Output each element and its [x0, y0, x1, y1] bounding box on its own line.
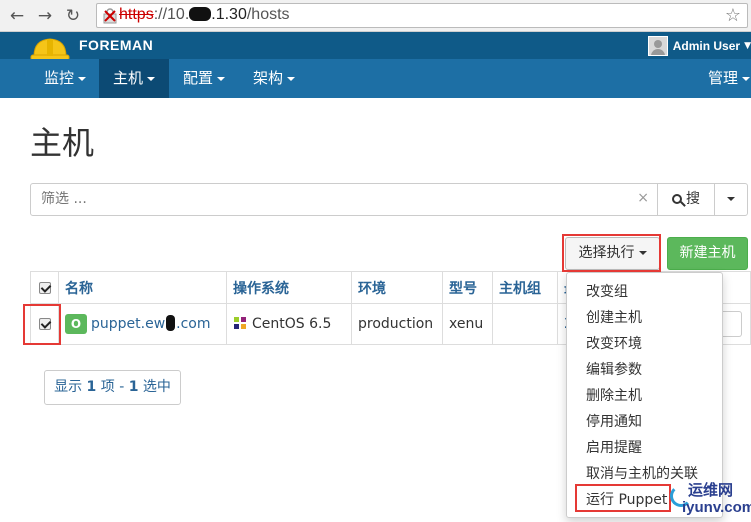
centos-logo-icon — [234, 317, 246, 329]
caret-down-icon — [638, 251, 647, 255]
menu-item-run-puppet[interactable]: 运行 Puppet — [586, 487, 667, 513]
host-hostgroup — [492, 303, 558, 345]
menu-infrastructure-label: 架构 — [253, 69, 284, 87]
host-os: CentOS 6.5 — [252, 316, 332, 332]
url-path: /hosts — [246, 6, 290, 23]
watermark-line2: iyunv.com — [682, 499, 751, 516]
row-select-cell — [30, 303, 59, 345]
host-link[interactable]: puppet.ew .com — [91, 315, 211, 332]
caret-down-icon — [217, 76, 226, 81]
menu-monitor[interactable]: 监控 — [30, 59, 100, 98]
menu-item-edit-parameters[interactable]: 编辑参数 — [586, 357, 642, 383]
pager-selected-count: 1 — [128, 379, 139, 395]
pager-count: 1 — [86, 379, 97, 395]
bookmarks-dropdown-button[interactable] — [714, 183, 748, 216]
bookmark-star-icon[interactable]: ☆ — [725, 5, 741, 26]
search-input[interactable] — [41, 191, 621, 207]
host-environment: production — [351, 303, 443, 345]
menu-item-change-group[interactable]: 改变组 — [586, 279, 628, 305]
menu-configure[interactable]: 配置 — [169, 59, 239, 98]
foreman-helmet-logo — [30, 38, 70, 61]
menu-admin-label: 管理 — [708, 69, 739, 87]
select-action-label: 选择执行 — [578, 245, 635, 261]
caret-down-icon — [742, 76, 751, 81]
avatar — [647, 36, 668, 56]
menu-item-disable-notifications[interactable]: 停用通知 — [586, 409, 642, 435]
host-name-cell: Opuppet.ew .com — [58, 303, 227, 345]
site-watermark: 运维网 iyunv.com — [668, 475, 751, 521]
insecure-lock-icon — [103, 8, 117, 24]
caret-down-icon — [147, 76, 156, 81]
main-menu: 监控 主机 配置 架构 管理 — [0, 59, 751, 98]
url-text: https://10. .1.30/hosts — [119, 6, 290, 24]
url-host-tail: .1.30 — [211, 6, 247, 23]
select-all-cell — [30, 271, 59, 304]
menu-configure-label: 配置 — [183, 69, 214, 87]
host-name-tail: com — [180, 316, 211, 332]
clear-icon[interactable]: × — [637, 190, 649, 206]
address-bar[interactable]: https://10. .1.30/hosts ☆ — [96, 3, 748, 28]
browser-toolbar: ← → ↻ https://10. .1.30/hosts ☆ — [0, 0, 751, 32]
pager-prefix: 显示 — [54, 379, 87, 395]
menu-infrastructure[interactable]: 架构 — [239, 59, 309, 98]
search-button[interactable]: 搜 — [657, 183, 715, 216]
caret-down-icon — [727, 197, 735, 201]
back-arrow-icon[interactable]: ← — [6, 5, 28, 27]
host-name: puppet.ew — [91, 316, 166, 332]
menu-monitor-label: 监控 — [44, 69, 75, 87]
pager-mid: 项 - — [96, 379, 129, 395]
redacted-mark — [166, 315, 176, 331]
caret-down-icon — [78, 76, 87, 81]
menu-hosts-label: 主机 — [113, 69, 144, 87]
host-status-badge: O — [65, 314, 87, 334]
watermark-line1: 运维网 — [688, 481, 734, 499]
forward-arrow-icon[interactable]: → — [34, 5, 56, 27]
select-action-button[interactable]: 选择执行 — [565, 237, 660, 270]
menu-admin[interactable]: 管理 — [694, 59, 751, 98]
column-environment[interactable]: 环境 — [351, 271, 443, 304]
user-name: Admin User — [672, 39, 741, 53]
menu-item-build-hosts[interactable]: 创建主机 — [586, 305, 642, 331]
pagination-info: 显示 1 项 - 1 选中 — [44, 370, 181, 405]
column-os[interactable]: 操作系统 — [226, 271, 352, 304]
pager-suffix: 选中 — [138, 379, 171, 395]
page-title: 主机 — [30, 124, 95, 162]
menu-item-change-environment[interactable]: 改变环境 — [586, 331, 642, 357]
redacted-mark — [189, 7, 212, 21]
search-box: × — [30, 183, 658, 216]
select-all-checkbox[interactable] — [38, 281, 51, 294]
reload-icon[interactable]: ↻ — [62, 5, 84, 27]
search-button-label: 搜 — [686, 191, 700, 207]
search-icon — [672, 194, 682, 204]
menu-item-enable-notifications[interactable]: 启用提醒 — [586, 435, 642, 461]
host-os-cell: CentOS 6.5 — [226, 303, 352, 345]
row-checkbox[interactable] — [38, 318, 51, 330]
host-model: xenu — [442, 303, 493, 345]
column-name[interactable]: 名称 — [58, 271, 227, 304]
row-actions-button[interactable] — [720, 311, 742, 337]
column-model[interactable]: 型号 — [442, 271, 493, 304]
new-host-button[interactable]: 新建主机 — [667, 237, 748, 270]
caret-down-icon — [287, 76, 296, 81]
app-topbar: FOREMAN Admin User ▼ — [0, 32, 751, 61]
url-host-start: ://10. — [153, 6, 190, 23]
url-scheme: https — [119, 6, 154, 23]
menu-item-delete-hosts[interactable]: 删除主机 — [586, 383, 642, 409]
user-menu[interactable]: Admin User ▼ — [647, 36, 751, 56]
chevron-down-icon: ▼ — [744, 41, 751, 51]
brand-name[interactable]: FOREMAN — [79, 37, 153, 53]
menu-hosts[interactable]: 主机 — [99, 59, 169, 98]
column-hostgroup[interactable]: 主机组 — [492, 271, 558, 304]
